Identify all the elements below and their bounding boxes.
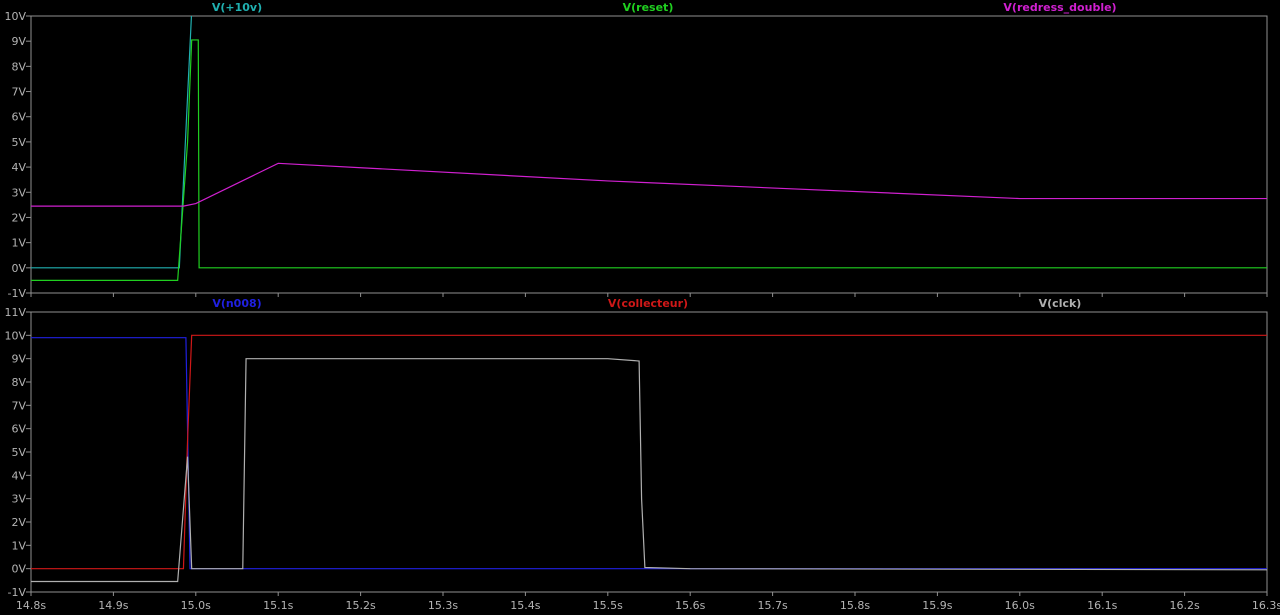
y-tick-label: 4V	[11, 469, 26, 482]
y-tick-label: 6V	[11, 423, 26, 436]
legend-entry: V(reset)	[623, 1, 674, 14]
x-tick-label: 16.2s	[1169, 599, 1199, 612]
y-tick-label: 7V	[11, 86, 26, 99]
y-tick-label: 5V	[11, 446, 26, 459]
y-tick-label: -1V	[8, 287, 27, 300]
y-tick-label: 3V	[11, 186, 26, 199]
waveform-plot: -1V 0V 1V 2V 3V 4V 5V 6V 7V 8V 9V 10V V(+10v) V(reset…	[4, 1, 1280, 612]
y-tick-label: 7V	[11, 399, 26, 412]
trace-v-10v-	[31, 16, 193, 269]
trace-v-clck-	[31, 358, 1267, 583]
x-tick-label: 16.0s	[1005, 599, 1035, 612]
y-tick-label: 5V	[11, 136, 26, 149]
y-tick-label: 9V	[11, 353, 26, 366]
trace-v-n008-	[31, 337, 1267, 570]
x-tick-label: 15.6s	[675, 599, 705, 612]
trace-v-redress-double-	[31, 162, 1267, 207]
x-tick-label: 15.3s	[428, 599, 458, 612]
x-tick-label: 14.8s	[16, 599, 46, 612]
y-tick-label: 2V	[11, 516, 26, 529]
x-tick-label: 15.8s	[840, 599, 870, 612]
y-tick-label: 10V	[4, 10, 26, 23]
legend-entry: V(n008)	[212, 297, 261, 310]
x-tick-label: 15.4s	[510, 599, 540, 612]
y-tick-label: 10V	[4, 329, 26, 342]
y-tick-label: 1V	[11, 539, 26, 552]
x-tick-label: 15.9s	[922, 599, 952, 612]
y-tick-label: 0V	[11, 563, 26, 576]
pane-frame-top	[30, 15, 1268, 294]
y-tick-label: 8V	[11, 60, 26, 73]
y-tick-label: 0V	[11, 262, 26, 275]
x-tick-label: 15.5s	[593, 599, 623, 612]
legend-entry: V(+10v)	[212, 1, 262, 14]
x-tick-label: 15.0s	[181, 599, 211, 612]
x-tick-label: 16.1s	[1087, 599, 1117, 612]
y-tick-label: 2V	[11, 211, 26, 224]
x-tick-label: 15.2s	[345, 599, 375, 612]
trace-v-reset-	[31, 39, 1267, 282]
y-tick-label: 9V	[11, 35, 26, 48]
y-tick-label: 3V	[11, 493, 26, 506]
legend-entry: V(redress_double)	[1003, 1, 1116, 14]
y-tick-label: -1V	[8, 586, 27, 599]
y-tick-label: 1V	[11, 237, 26, 250]
x-tick-label: 15.1s	[263, 599, 293, 612]
y-tick-label: 4V	[11, 161, 26, 174]
legend-entry: V(clck)	[1039, 297, 1082, 310]
x-tick-label: 16.3s	[1252, 599, 1280, 612]
legend-entry: V(collecteur)	[608, 297, 688, 310]
trace-v-collecteur-	[31, 334, 1267, 570]
x-tick-label: 14.9s	[98, 599, 128, 612]
y-tick-label: 6V	[11, 111, 26, 124]
y-tick-label: 11V	[4, 306, 26, 319]
pane-frame-bottom	[30, 311, 1268, 593]
x-tick-label: 15.7s	[757, 599, 787, 612]
y-tick-label: 8V	[11, 376, 26, 389]
